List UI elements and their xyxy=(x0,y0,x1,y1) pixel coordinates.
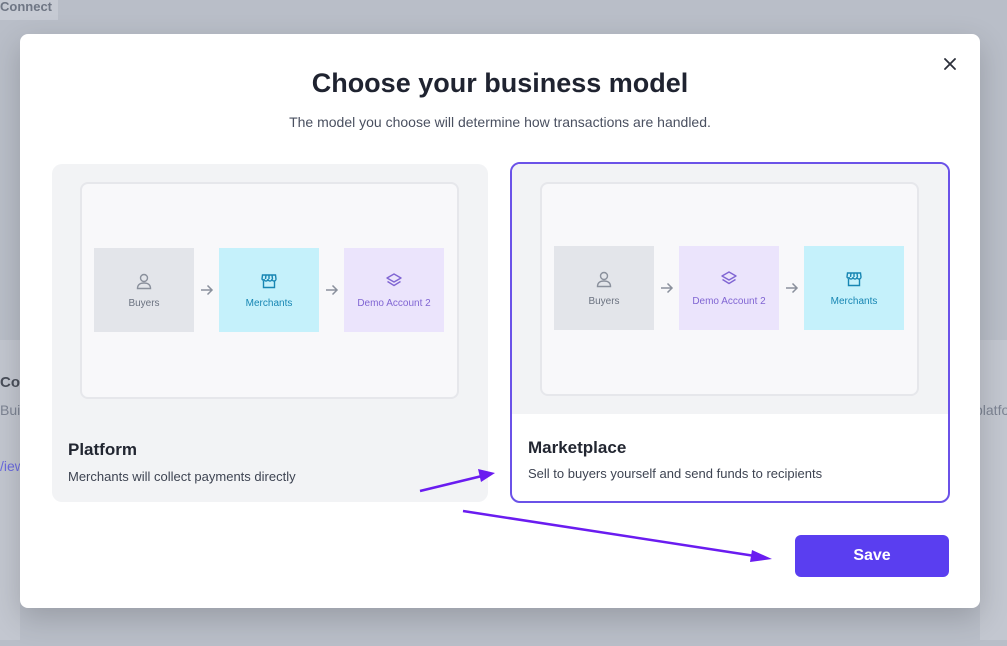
background-panel-right xyxy=(980,340,1007,640)
user-icon xyxy=(136,273,152,289)
flow-node-label: Buyers xyxy=(128,297,160,309)
flow-node-label: Demo Account 2 xyxy=(692,295,766,307)
flow-node-demo-account: Demo Account 2 xyxy=(679,246,779,330)
modal-subtitle: The model you choose will determine how … xyxy=(289,114,711,130)
layers-icon xyxy=(721,270,737,284)
flow-node-label: Demo Account 2 xyxy=(357,297,431,309)
marketplace-title: Marketplace xyxy=(528,438,627,457)
marketplace-option-card[interactable]: Buyers Demo Account 2 Merchants Marketpl… xyxy=(510,162,950,503)
business-model-modal: Choose your business model The model you… xyxy=(20,34,980,608)
arrow-right-icon xyxy=(786,282,799,294)
user-icon xyxy=(596,271,612,287)
platform-description: Merchants will collect payments directly xyxy=(68,469,296,484)
arrow-right-icon xyxy=(201,284,214,296)
flow-node-label: Buyers xyxy=(588,295,620,307)
flow-node-merchants: Merchants xyxy=(804,246,904,330)
flow-node-buyers: Buyers xyxy=(94,248,194,332)
flow-node-merchants: Merchants xyxy=(219,248,319,332)
arrow-right-icon xyxy=(661,282,674,294)
storefront-icon xyxy=(261,273,277,288)
arrow-right-icon xyxy=(326,284,339,296)
flow-node-buyers: Buyers xyxy=(554,246,654,330)
save-button[interactable]: Save xyxy=(795,535,949,577)
marketplace-description: Sell to buyers yourself and send funds t… xyxy=(528,466,823,481)
flow-node-demo-account: Demo Account 2 xyxy=(344,248,444,332)
flow-node-label: Merchants xyxy=(245,297,293,309)
modal-title: Choose your business model xyxy=(311,68,689,98)
platform-flow-diagram: Buyers Merchants Demo Account 2 xyxy=(80,182,459,399)
platform-title: Platform xyxy=(68,440,137,459)
flow-node-label: Merchants xyxy=(830,295,878,307)
layers-icon xyxy=(386,272,402,286)
marketplace-flow-diagram: Buyers Demo Account 2 Merchants xyxy=(540,182,919,396)
background-title: Co xyxy=(0,374,20,391)
storefront-icon xyxy=(846,271,862,286)
background-tab-connect: Connect xyxy=(0,0,58,20)
platform-option-card[interactable]: Buyers Merchants Demo Account 2 Platform… xyxy=(52,164,488,502)
